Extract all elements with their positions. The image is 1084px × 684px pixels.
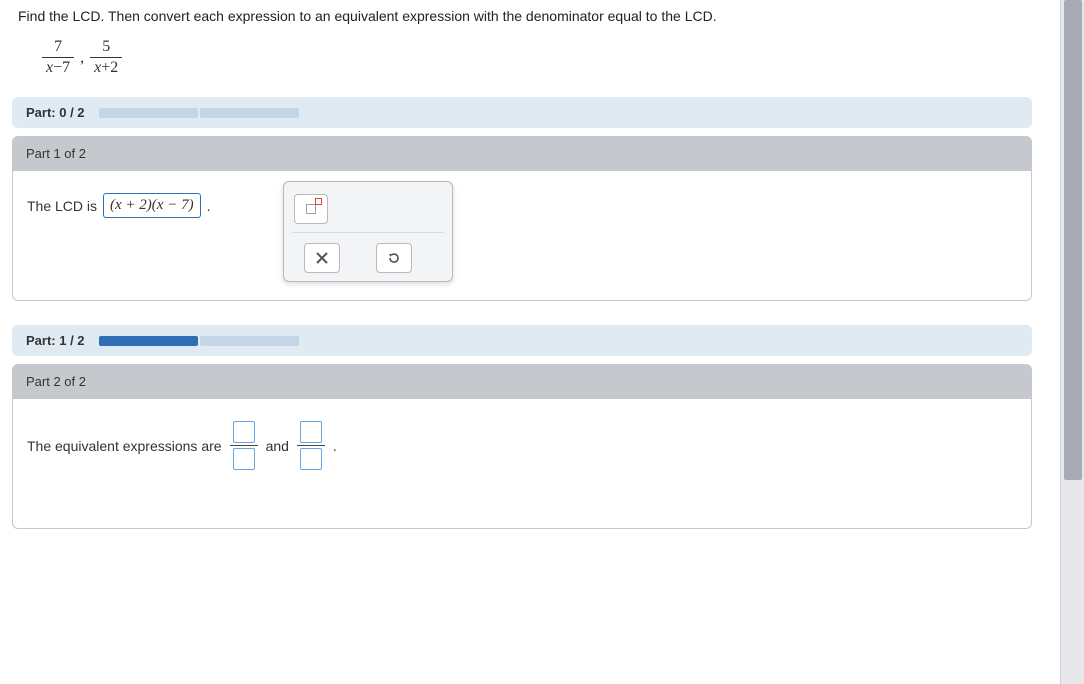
- question-text: Find the LCD. Then convert each expressi…: [18, 8, 1032, 24]
- reset-button[interactable]: [376, 243, 412, 273]
- fraction-display: 7 x−7 , 5 x+2: [42, 38, 1032, 77]
- fraction-separator: ,: [80, 49, 84, 67]
- exponent-template-button[interactable]: [294, 194, 328, 224]
- progress-seg: [200, 336, 299, 346]
- fraction-1-den: x−7: [42, 57, 74, 77]
- fraction-2-den: x+2: [90, 57, 122, 77]
- fraction-line: [297, 445, 325, 446]
- part-1-body: The LCD is (x + 2)(x − 7) .: [12, 171, 1032, 301]
- close-icon: [315, 251, 329, 265]
- fraction-input-1-den[interactable]: [233, 448, 255, 470]
- undo-icon: [386, 250, 402, 266]
- fraction-input-1[interactable]: [230, 421, 258, 470]
- part-2-header: Part 2 of 2: [12, 364, 1032, 399]
- lcd-answer-input[interactable]: (x + 2)(x − 7): [103, 193, 201, 218]
- scrollbar-track[interactable]: [1060, 0, 1084, 684]
- progress-track-0: [99, 108, 299, 118]
- equiv-prefix: The equivalent expressions are: [27, 438, 222, 454]
- fraction-2: 5 x+2: [90, 38, 122, 77]
- progress-label: Part: 0 / 2: [26, 105, 85, 120]
- progress-bar-0: Part: 0 / 2: [12, 97, 1032, 128]
- progress-bar-1: Part: 1 / 2: [12, 325, 1032, 356]
- op: −: [53, 59, 62, 76]
- fraction-input-2-den[interactable]: [300, 448, 322, 470]
- scrollbar-thumb[interactable]: [1064, 0, 1082, 480]
- clear-button[interactable]: [304, 243, 340, 273]
- and-text: and: [266, 438, 289, 454]
- part-2-body: The equivalent expressions are and .: [12, 399, 1032, 529]
- progress-seg: [99, 336, 198, 346]
- op: +: [101, 59, 110, 76]
- const: 7: [62, 59, 70, 76]
- part-1-header: Part 1 of 2: [12, 136, 1032, 171]
- fraction-input-2[interactable]: [297, 421, 325, 470]
- progress-track-1: [99, 336, 299, 346]
- exponent-base-icon: [306, 204, 316, 214]
- exponent-sup-icon: [315, 198, 322, 205]
- fraction-input-2-num[interactable]: [300, 421, 322, 443]
- period: .: [333, 438, 337, 454]
- const: 2: [110, 59, 118, 76]
- period: .: [207, 198, 211, 214]
- progress-seg: [200, 108, 299, 118]
- progress-label: Part: 1 / 2: [26, 333, 85, 348]
- progress-seg: [99, 108, 198, 118]
- fraction-input-1-num[interactable]: [233, 421, 255, 443]
- fraction-2-num: 5: [98, 38, 114, 57]
- fraction-1-num: 7: [50, 38, 66, 57]
- fraction-1: 7 x−7: [42, 38, 74, 77]
- math-tool-popup: [283, 181, 453, 282]
- lcd-prefix: The LCD is: [27, 198, 97, 214]
- fraction-line: [230, 445, 258, 446]
